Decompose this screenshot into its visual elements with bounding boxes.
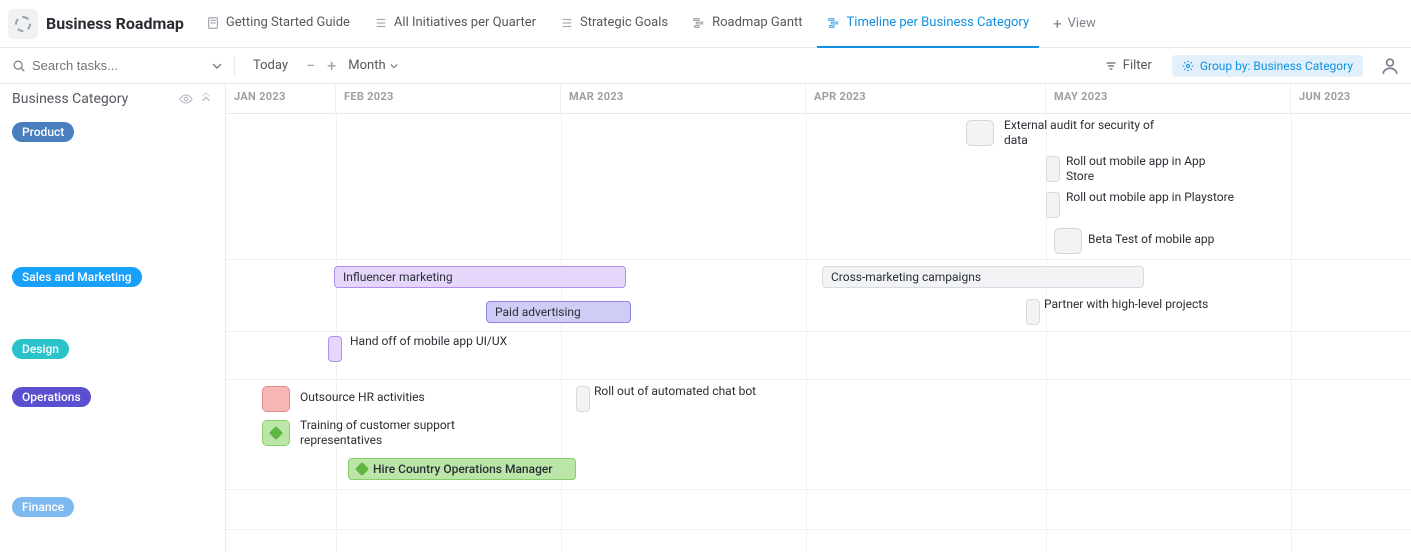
category-row-finance[interactable]: Finance xyxy=(0,489,225,529)
tab-label: Roadmap Gantt xyxy=(712,15,802,30)
filter-button[interactable]: Filter xyxy=(1097,54,1160,77)
tab-label: Timeline per Business Category xyxy=(847,15,1030,30)
task-bar-influencer[interactable]: Influencer marketing xyxy=(334,266,626,288)
zoom-in-button[interactable]: + xyxy=(327,56,336,75)
month-col: MAR 2023 xyxy=(561,84,806,113)
tab-label: Strategic Goals xyxy=(580,15,668,30)
task-label: Hire Country Operations Manager xyxy=(373,462,553,476)
task-label: Roll out mobile app in Playstore xyxy=(1066,190,1234,205)
task-handle[interactable] xyxy=(1026,299,1040,325)
task-handle[interactable] xyxy=(1046,156,1060,182)
settings-icon xyxy=(1182,60,1194,72)
category-row-operations[interactable]: Operations xyxy=(0,379,225,489)
filter-icon xyxy=(1105,60,1117,72)
group-by-label: Group by: Business Category xyxy=(1200,59,1353,73)
category-row-sales[interactable]: Sales and Marketing xyxy=(0,259,225,331)
task-label: Beta Test of mobile app xyxy=(1088,232,1214,247)
tab-roadmap-gantt[interactable]: Roadmap Gantt xyxy=(682,0,812,48)
grid-body: External audit for security of data Roll… xyxy=(226,114,1411,552)
month-col: JAN 2023 xyxy=(226,84,336,113)
task-label: Paid advertising xyxy=(495,305,581,319)
task-label: Roll out of automated chat bot xyxy=(594,384,756,399)
task-label: Roll out mobile app in App Store xyxy=(1066,154,1236,184)
timeline-grid[interactable]: JAN 2023 FEB 2023 MAR 2023 APR 2023 MAY … xyxy=(226,84,1411,552)
task-label: Training of customer support representat… xyxy=(300,418,470,448)
list-icon xyxy=(374,16,388,30)
group-by-button[interactable]: Group by: Business Category xyxy=(1172,55,1363,77)
category-pill: Finance xyxy=(12,497,74,517)
chevron-down-icon xyxy=(390,62,398,70)
task-handle[interactable] xyxy=(1054,228,1082,254)
divider xyxy=(234,56,235,76)
tab-strategic-goals[interactable]: Strategic Goals xyxy=(550,0,678,48)
tab-label: Getting Started Guide xyxy=(226,15,350,30)
list-icon xyxy=(560,16,574,30)
task-handle[interactable] xyxy=(262,386,290,412)
sidebar-header: Business Category xyxy=(0,84,225,114)
visibility-icon[interactable] xyxy=(179,92,193,106)
category-pill: Design xyxy=(12,339,69,359)
chevron-down-icon[interactable] xyxy=(212,61,222,71)
month-header: JAN 2023 FEB 2023 MAR 2023 APR 2023 MAY … xyxy=(226,84,1411,114)
filter-label: Filter xyxy=(1123,58,1152,73)
search-input[interactable] xyxy=(32,58,172,73)
task-handle[interactable] xyxy=(576,386,590,412)
zoom-select[interactable]: Month xyxy=(348,58,397,73)
page-title: Business Roadmap xyxy=(46,14,184,33)
zoom-out-button[interactable]: − xyxy=(306,56,315,75)
zoom-label: Month xyxy=(348,58,385,73)
task-bar-paid-advertising[interactable]: Paid advertising xyxy=(486,301,631,323)
task-handle[interactable] xyxy=(262,420,290,446)
category-pill: Product xyxy=(12,122,74,142)
task-bar-cross-marketing[interactable]: Cross-marketing campaigns xyxy=(822,266,1144,288)
add-view-button[interactable]: + View xyxy=(1043,15,1106,33)
sidebar-header-label: Business Category xyxy=(12,91,128,107)
category-row-design[interactable]: Design xyxy=(0,331,225,379)
month-col: APR 2023 xyxy=(806,84,1046,113)
task-label: External audit for security of data xyxy=(1004,118,1174,148)
tab-getting-started[interactable]: Getting Started Guide xyxy=(196,0,360,48)
category-sidebar: Business Category Product Sales and Mark… xyxy=(0,84,226,552)
search-icon xyxy=(12,59,26,73)
tab-timeline-category[interactable]: Timeline per Business Category xyxy=(817,0,1040,48)
diamond-icon xyxy=(355,462,369,476)
user-icon[interactable] xyxy=(1381,57,1399,75)
gantt-icon xyxy=(692,16,706,30)
task-label: Influencer marketing xyxy=(343,270,453,284)
month-col: MAY 2023 xyxy=(1046,84,1291,113)
category-row-product[interactable]: Product xyxy=(0,114,225,259)
category-pill: Sales and Marketing xyxy=(12,267,142,287)
tab-all-initiatives[interactable]: All Initiatives per Quarter xyxy=(364,0,546,48)
page-icon xyxy=(8,9,38,39)
doc-icon xyxy=(206,16,220,30)
task-handle[interactable] xyxy=(328,336,342,362)
task-label: Hand off of mobile app UI/UX xyxy=(350,334,507,349)
top-tab-bar: Business Roadmap Getting Started Guide A… xyxy=(0,0,1411,48)
gantt-icon xyxy=(827,16,841,30)
task-label: Outsource HR activities xyxy=(300,390,425,405)
task-label: Cross-marketing campaigns xyxy=(831,270,981,284)
today-button[interactable]: Today xyxy=(247,56,294,75)
search-box[interactable] xyxy=(12,58,222,73)
plus-icon: + xyxy=(1053,15,1062,33)
month-col: FEB 2023 xyxy=(336,84,561,113)
add-view-label: View xyxy=(1068,16,1096,31)
task-handle[interactable] xyxy=(1046,192,1060,218)
collapse-icon[interactable] xyxy=(199,92,213,106)
tab-label: All Initiatives per Quarter xyxy=(394,15,536,30)
month-col: JUN 2023 xyxy=(1291,84,1411,113)
category-pill: Operations xyxy=(12,387,91,407)
task-handle[interactable] xyxy=(966,120,994,146)
task-label: Partner with high-level projects xyxy=(1044,297,1208,312)
task-bar-hire-manager[interactable]: Hire Country Operations Manager xyxy=(348,458,576,480)
main-area: Business Category Product Sales and Mark… xyxy=(0,84,1411,552)
toolbar: Today − + Month Filter Group by: Busines… xyxy=(0,48,1411,84)
